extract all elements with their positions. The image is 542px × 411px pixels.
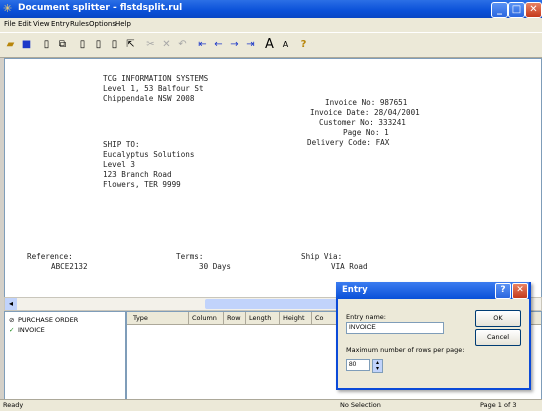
- max-rows-input[interactable]: [346, 359, 370, 371]
- dialog-title: Entry: [342, 285, 368, 295]
- ship-to-line: 123 Branch Road: [103, 170, 172, 179]
- reference-label: Reference:: [27, 252, 73, 261]
- maximize-button[interactable]: □: [508, 2, 525, 18]
- menu-options[interactable]: Options: [89, 20, 116, 28]
- customer-no: Customer No: 333241: [319, 118, 406, 127]
- undo-icon[interactable]: ↶: [175, 37, 190, 52]
- document-view[interactable]: TCG INFORMATION SYSTEMS Level 1, 53 Balf…: [4, 58, 542, 299]
- column-divider[interactable]: [223, 312, 224, 324]
- column-divider[interactable]: [245, 312, 246, 324]
- spin-stepper[interactable]: ▴ ▾: [372, 359, 383, 373]
- dialog-help-button[interactable]: ?: [495, 283, 511, 299]
- column-header-type[interactable]: Type: [133, 314, 148, 322]
- invoice-no: Invoice No: 987651: [325, 98, 408, 107]
- cancel-button[interactable]: Cancel: [475, 329, 521, 346]
- ship-via-value: VIA Road: [331, 262, 368, 271]
- toolbar: ▰ ■ ▯ ⧉ ▯ ▯ ▯ ⇱ ✂ ✕ ↶ ⇤ ← → ⇥ A A ?: [0, 32, 542, 58]
- copy-doc-icon[interactable]: ⧉: [55, 37, 70, 52]
- company-line: TCG INFORMATION SYSTEMS: [103, 74, 209, 83]
- menu-bar: File Edit View Entry Rules Options Help: [0, 18, 542, 32]
- entry-name-input[interactable]: [346, 322, 444, 334]
- column-header-co[interactable]: Co: [315, 314, 324, 322]
- column-header-column[interactable]: Column: [192, 314, 217, 322]
- column-divider[interactable]: [311, 312, 312, 324]
- dialog-title-bar: Entry ? ✕: [336, 282, 529, 299]
- column-divider[interactable]: [279, 312, 280, 324]
- open-icon[interactable]: ▰: [3, 37, 18, 52]
- save-icon[interactable]: ■: [19, 37, 34, 52]
- delivery-code: Delivery Code: FAX: [307, 138, 390, 147]
- invoice-date: Invoice Date: 28/04/2001: [310, 108, 420, 117]
- first-icon[interactable]: ⇤: [195, 37, 210, 52]
- ship-to-line: Flowers, TER 9999: [103, 180, 181, 189]
- font-smaller-icon[interactable]: A: [278, 37, 293, 52]
- pointer-icon[interactable]: ⇱: [123, 37, 138, 52]
- dialog-close-button[interactable]: ✕: [512, 283, 528, 299]
- ship-to-line: Eucalyptus Solutions: [103, 150, 195, 159]
- cut-icon[interactable]: ✂: [143, 37, 158, 52]
- tree-node-icon: ⊘: [9, 316, 15, 324]
- ship-to-line: Level 3: [103, 160, 136, 169]
- menu-file[interactable]: File: [4, 20, 16, 28]
- ok-button[interactable]: OK: [475, 310, 521, 327]
- last-icon[interactable]: ⇥: [243, 37, 258, 52]
- entry-name-label: Entry name:: [346, 313, 386, 321]
- menu-help[interactable]: Help: [115, 20, 131, 28]
- menu-rules[interactable]: Rules: [70, 20, 89, 28]
- entry-dialog: Entry ? ✕ Entry name: Maximum number of …: [336, 282, 531, 390]
- page-status: Page 1 of 3: [480, 401, 517, 409]
- page-no: Page No: 1: [343, 128, 389, 137]
- tree-item-invoice[interactable]: ✓ INVOICE: [9, 326, 45, 334]
- page-icon[interactable]: ▯: [75, 37, 90, 52]
- column-header-length[interactable]: Length: [249, 314, 271, 322]
- check-icon: ✓: [9, 326, 15, 334]
- title-bar: ✳ Document splitter - flstdsplit.rul _ □…: [0, 0, 542, 18]
- scroll-left-icon[interactable]: ◂: [5, 298, 17, 310]
- scroll-thumb[interactable]: [205, 299, 345, 309]
- ship-to-line: SHIP TO:: [103, 140, 140, 149]
- company-line: Chippendale NSW 2008: [103, 94, 195, 103]
- close-button[interactable]: ✕: [525, 2, 542, 18]
- status-text: Ready: [3, 401, 24, 409]
- selection-status: No Selection: [340, 401, 381, 409]
- next-icon[interactable]: →: [227, 37, 242, 52]
- page3-icon[interactable]: ▯: [107, 37, 122, 52]
- reference-value: ABCE2132: [51, 262, 88, 271]
- tree-item-purchase-order[interactable]: ⊘ PURCHASE ORDER: [9, 316, 78, 324]
- page2-icon[interactable]: ▯: [91, 37, 106, 52]
- window-title: Document splitter - flstdsplit.rul: [18, 3, 183, 13]
- app-icon: ✳: [3, 2, 13, 15]
- new-doc-icon[interactable]: ▯: [39, 37, 54, 52]
- font-larger-icon[interactable]: A: [262, 37, 277, 52]
- max-rows-label: Maximum number of rows per page:: [346, 346, 465, 354]
- prev-icon[interactable]: ←: [211, 37, 226, 52]
- help-icon[interactable]: ?: [296, 37, 311, 52]
- company-line: Level 1, 53 Balfour St: [103, 84, 204, 93]
- delete-icon[interactable]: ✕: [159, 37, 174, 52]
- status-bar: Ready No Selection Page 1 of 3: [0, 399, 542, 411]
- menu-edit[interactable]: Edit: [18, 20, 32, 28]
- terms-value: 30 Days: [199, 262, 232, 271]
- column-header-row[interactable]: Row: [227, 314, 241, 322]
- terms-label: Terms:: [176, 252, 204, 261]
- minimize-button[interactable]: _: [491, 2, 508, 18]
- column-header-height[interactable]: Height: [283, 314, 305, 322]
- menu-view[interactable]: View: [33, 20, 50, 28]
- column-divider[interactable]: [188, 312, 189, 324]
- ship-via-label: Ship Via:: [301, 252, 343, 261]
- menu-entry[interactable]: Entry: [51, 20, 70, 28]
- document-type-tree: ⊘ PURCHASE ORDER ✓ INVOICE: [4, 311, 126, 401]
